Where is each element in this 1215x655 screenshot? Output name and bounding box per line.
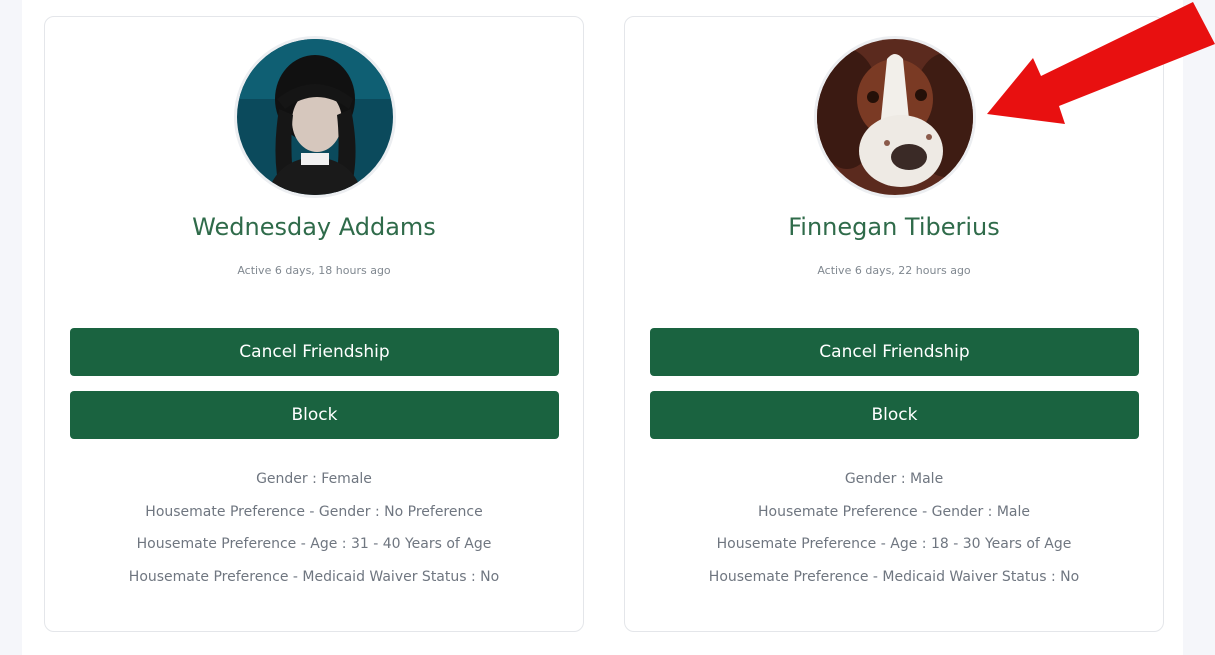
detail-gender: Gender : Female — [256, 471, 372, 487]
cancel-friendship-button[interactable]: Cancel Friendship — [650, 328, 1139, 376]
detail-pref-age: Housemate Preference - Age : 31 - 40 Yea… — [136, 536, 492, 552]
block-button[interactable]: Block — [650, 391, 1139, 439]
red-arrow-icon — [987, 2, 1215, 124]
cancel-friendship-button[interactable]: Cancel Friendship — [70, 328, 559, 376]
detail-pref-age: Housemate Preference - Age : 18 - 30 Yea… — [716, 536, 1072, 552]
detail-pref-medicaid: Housemate Preference - Medicaid Waiver S… — [128, 568, 500, 585]
member-avatar[interactable] — [814, 36, 976, 198]
avatar-photo-portrait — [237, 39, 393, 195]
page-left-rail — [0, 0, 22, 655]
detail-gender: Gender : Male — [844, 471, 944, 487]
member-card-wednesday: Wednesday Addams Active 6 days, 18 hours… — [44, 16, 584, 632]
member-name[interactable]: Finnegan Tiberius — [625, 213, 1163, 241]
member-details: Gender : Male Housemate Preference - Gen… — [625, 463, 1163, 593]
member-avatar[interactable] — [234, 36, 396, 198]
detail-pref-gender: Housemate Preference - Gender : Male — [757, 503, 1030, 520]
detail-pref-medicaid: Housemate Preference - Medicaid Waiver S… — [708, 568, 1080, 585]
last-active-text: Active 6 days, 22 hours ago — [817, 264, 971, 277]
detail-pref-gender: Housemate Preference - Gender : No Prefe… — [145, 503, 483, 520]
block-button[interactable]: Block — [70, 391, 559, 439]
member-details: Gender : Female Housemate Preference - G… — [45, 463, 583, 593]
last-active-text: Active 6 days, 18 hours ago — [237, 264, 391, 277]
avatar-photo-dog — [817, 39, 973, 195]
member-name[interactable]: Wednesday Addams — [45, 213, 583, 241]
